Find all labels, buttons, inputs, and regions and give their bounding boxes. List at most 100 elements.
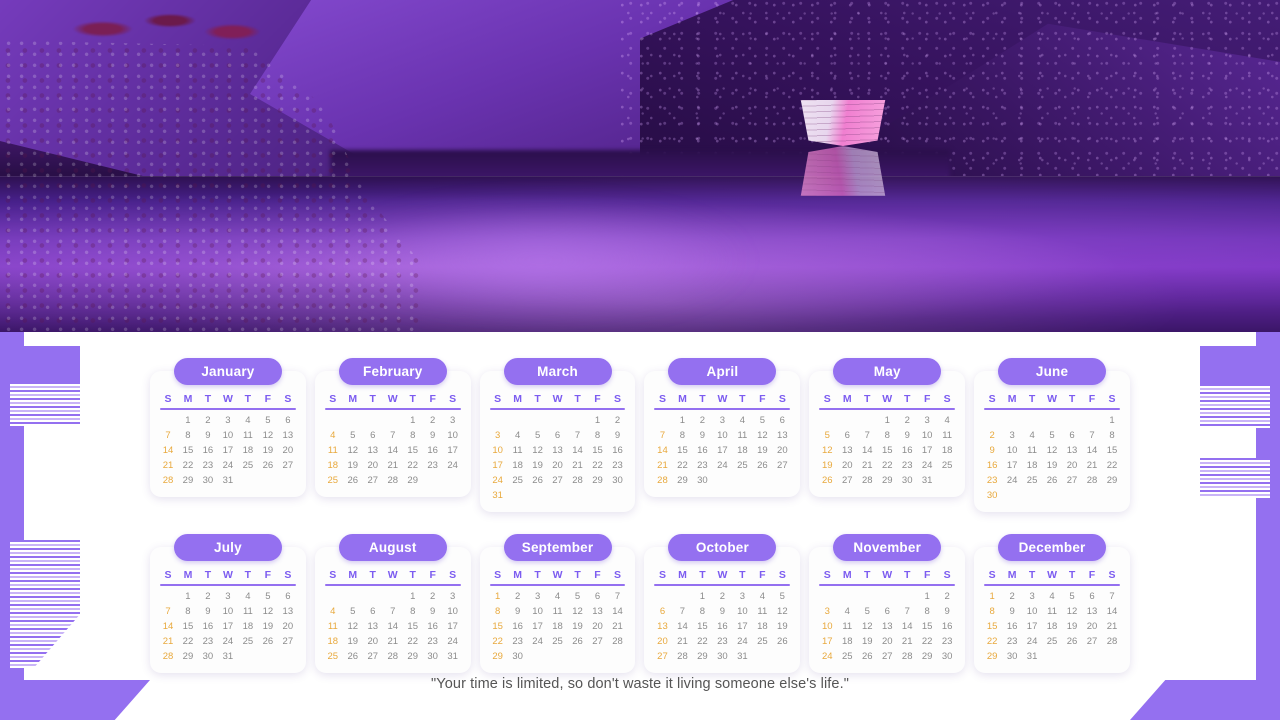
day-cell[interactable]: 27 bbox=[772, 460, 792, 472]
day-cell[interactable]: 16 bbox=[1002, 621, 1022, 633]
day-cell[interactable]: 27 bbox=[1062, 475, 1082, 487]
day-cell[interactable]: 8 bbox=[178, 606, 198, 618]
day-cell[interactable]: 9 bbox=[1002, 606, 1022, 618]
day-cell[interactable]: 23 bbox=[423, 636, 443, 648]
day-cell[interactable]: 20 bbox=[588, 621, 608, 633]
day-cell[interactable]: 7 bbox=[857, 430, 877, 442]
day-cell[interactable]: 14 bbox=[1082, 445, 1102, 457]
day-cell[interactable]: 17 bbox=[917, 445, 937, 457]
day-cell[interactable]: 27 bbox=[363, 651, 383, 663]
day-cell[interactable]: 3 bbox=[443, 591, 463, 603]
day-cell[interactable]: 4 bbox=[1022, 430, 1042, 442]
day-cell[interactable]: 15 bbox=[917, 621, 937, 633]
day-cell[interactable]: 20 bbox=[278, 445, 298, 457]
month-title[interactable]: December bbox=[998, 534, 1107, 561]
day-cell[interactable]: 9 bbox=[423, 606, 443, 618]
day-cell[interactable]: 6 bbox=[877, 606, 897, 618]
day-cell[interactable]: 10 bbox=[917, 430, 937, 442]
month-title[interactable]: May bbox=[833, 358, 942, 385]
day-cell[interactable]: 15 bbox=[178, 445, 198, 457]
day-cell[interactable]: 10 bbox=[732, 606, 752, 618]
day-cell[interactable]: 11 bbox=[238, 430, 258, 442]
day-cell-sunday[interactable]: 24 bbox=[488, 475, 508, 487]
day-cell-sunday[interactable]: 18 bbox=[323, 460, 343, 472]
day-cell[interactable]: 26 bbox=[772, 636, 792, 648]
day-cell[interactable]: 9 bbox=[508, 606, 528, 618]
day-cell[interactable]: 20 bbox=[1082, 621, 1102, 633]
day-cell[interactable]: 23 bbox=[608, 460, 628, 472]
day-cell[interactable]: 18 bbox=[732, 445, 752, 457]
day-cell[interactable]: 22 bbox=[1102, 460, 1122, 472]
day-cell[interactable]: 16 bbox=[712, 621, 732, 633]
day-cell[interactable]: 12 bbox=[1042, 445, 1062, 457]
day-cell-sunday[interactable]: 15 bbox=[488, 621, 508, 633]
day-cell-sunday[interactable]: 25 bbox=[323, 651, 343, 663]
day-cell[interactable]: 20 bbox=[772, 445, 792, 457]
day-cell-sunday[interactable]: 1 bbox=[488, 591, 508, 603]
day-cell[interactable]: 6 bbox=[363, 430, 383, 442]
day-cell[interactable]: 4 bbox=[837, 606, 857, 618]
month-title[interactable]: November bbox=[833, 534, 942, 561]
day-cell[interactable]: 15 bbox=[403, 621, 423, 633]
month-title[interactable]: July bbox=[173, 534, 282, 561]
day-cell[interactable]: 15 bbox=[692, 621, 712, 633]
day-cell[interactable]: 7 bbox=[383, 606, 403, 618]
day-cell-sunday[interactable]: 15 bbox=[982, 621, 1002, 633]
day-cell[interactable]: 14 bbox=[383, 445, 403, 457]
day-cell-sunday[interactable]: 11 bbox=[323, 621, 343, 633]
day-cell-sunday[interactable]: 4 bbox=[323, 430, 343, 442]
day-cell[interactable]: 4 bbox=[752, 591, 772, 603]
day-cell[interactable]: 15 bbox=[1102, 445, 1122, 457]
day-cell[interactable]: 11 bbox=[1042, 606, 1062, 618]
day-cell-sunday[interactable]: 7 bbox=[158, 606, 178, 618]
day-cell[interactable]: 2 bbox=[897, 415, 917, 427]
day-cell[interactable]: 2 bbox=[937, 591, 957, 603]
day-cell[interactable]: 1 bbox=[403, 591, 423, 603]
day-cell[interactable]: 29 bbox=[178, 651, 198, 663]
day-cell-sunday[interactable]: 9 bbox=[982, 445, 1002, 457]
day-cell[interactable]: 31 bbox=[917, 475, 937, 487]
day-cell-sunday[interactable]: 1 bbox=[982, 591, 1002, 603]
day-cell[interactable]: 14 bbox=[672, 621, 692, 633]
day-cell[interactable]: 28 bbox=[857, 475, 877, 487]
day-cell[interactable]: 28 bbox=[1082, 475, 1102, 487]
day-cell[interactable]: 29 bbox=[588, 475, 608, 487]
day-cell[interactable]: 11 bbox=[508, 445, 528, 457]
month-title[interactable]: October bbox=[668, 534, 777, 561]
day-cell[interactable]: 22 bbox=[178, 460, 198, 472]
day-cell[interactable]: 30 bbox=[198, 651, 218, 663]
day-cell[interactable]: 30 bbox=[608, 475, 628, 487]
day-cell[interactable]: 3 bbox=[218, 415, 238, 427]
day-cell[interactable]: 13 bbox=[772, 430, 792, 442]
day-cell[interactable]: 22 bbox=[917, 636, 937, 648]
day-cell[interactable]: 18 bbox=[238, 621, 258, 633]
day-cell[interactable]: 1 bbox=[672, 415, 692, 427]
day-cell-sunday[interactable]: 18 bbox=[323, 636, 343, 648]
day-cell[interactable]: 21 bbox=[1102, 621, 1122, 633]
day-cell[interactable]: 21 bbox=[672, 636, 692, 648]
day-cell[interactable]: 20 bbox=[1062, 460, 1082, 472]
day-cell[interactable]: 29 bbox=[403, 475, 423, 487]
day-cell[interactable]: 13 bbox=[877, 621, 897, 633]
day-cell[interactable]: 28 bbox=[383, 651, 403, 663]
day-cell[interactable]: 31 bbox=[218, 475, 238, 487]
day-cell[interactable]: 26 bbox=[258, 636, 278, 648]
day-cell[interactable]: 22 bbox=[403, 636, 423, 648]
day-cell-sunday[interactable]: 26 bbox=[817, 475, 837, 487]
day-cell[interactable]: 3 bbox=[218, 591, 238, 603]
day-cell[interactable]: 9 bbox=[198, 606, 218, 618]
day-cell-sunday[interactable]: 7 bbox=[158, 430, 178, 442]
day-cell[interactable]: 24 bbox=[443, 460, 463, 472]
day-cell-sunday[interactable]: 23 bbox=[982, 475, 1002, 487]
day-cell-sunday[interactable]: 29 bbox=[982, 651, 1002, 663]
day-cell-sunday[interactable]: 8 bbox=[488, 606, 508, 618]
day-cell[interactable]: 12 bbox=[568, 606, 588, 618]
day-cell[interactable]: 10 bbox=[443, 430, 463, 442]
day-cell[interactable]: 16 bbox=[608, 445, 628, 457]
day-cell[interactable]: 2 bbox=[423, 591, 443, 603]
day-cell-sunday[interactable]: 7 bbox=[652, 430, 672, 442]
day-cell[interactable]: 21 bbox=[568, 460, 588, 472]
day-cell-sunday[interactable]: 13 bbox=[652, 621, 672, 633]
day-cell[interactable]: 17 bbox=[218, 445, 238, 457]
day-cell[interactable]: 13 bbox=[837, 445, 857, 457]
